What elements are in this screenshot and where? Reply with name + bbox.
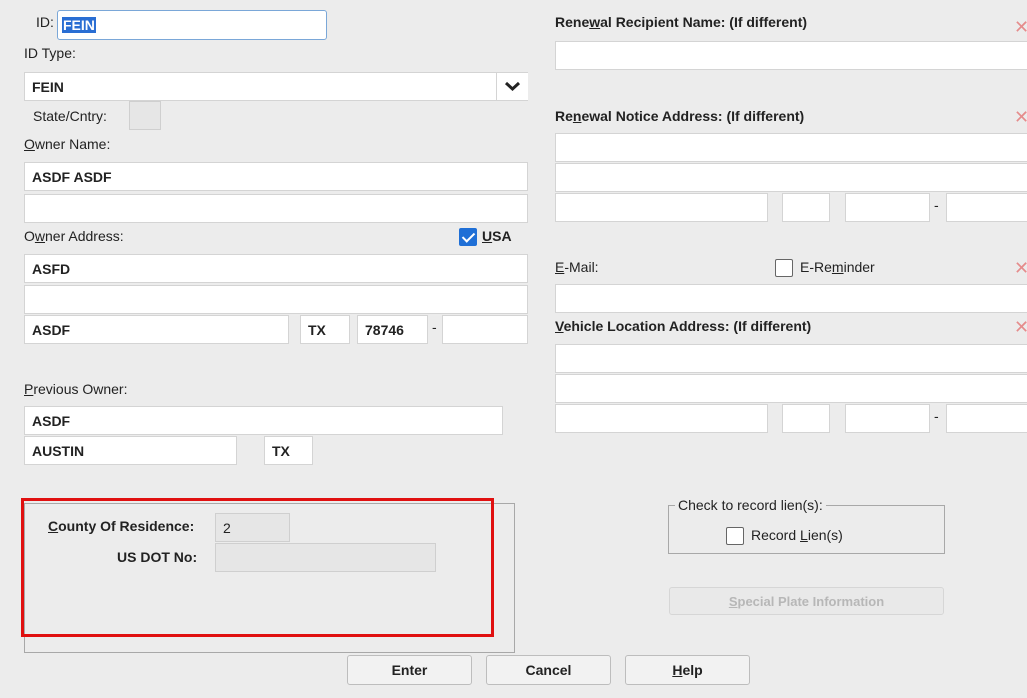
clear-renewal-recipient-icon[interactable]: ✕: [1014, 20, 1027, 34]
state-value: TX: [308, 322, 326, 338]
vehicle-city-input[interactable]: [555, 404, 768, 433]
state-cntry-label: State/Cntry:: [33, 108, 107, 124]
owner-address-label: Owner Address:: [24, 228, 124, 244]
us-dot-input[interactable]: [215, 543, 436, 572]
owner-zip-input[interactable]: 78746: [357, 315, 428, 344]
vehicle-state-input[interactable]: [782, 404, 830, 433]
renewal-zip-input[interactable]: [845, 193, 930, 222]
previous-owner-state-input[interactable]: TX: [264, 436, 313, 465]
renewal-address-label: Renewal Notice Address: (If different): [555, 108, 805, 124]
id-type-select[interactable]: FEIN: [24, 72, 528, 101]
county-label: County Of Residence:: [48, 518, 195, 534]
zip-value: 78746: [365, 322, 404, 338]
renewal-city-input[interactable]: [555, 193, 768, 222]
enter-button[interactable]: Enter: [347, 655, 472, 685]
record-lien-checkbox[interactable]: [726, 527, 744, 545]
renewal-recipient-label: Renewal Recipient Name: (If different): [555, 14, 808, 30]
owner-city-input[interactable]: ASDF: [24, 315, 289, 344]
id-type-label: ID Type:: [24, 45, 76, 61]
id-label: ID:: [36, 14, 54, 30]
e-reminder-checkbox[interactable]: [775, 259, 793, 277]
owner-zip-ext-input[interactable]: [442, 315, 528, 344]
record-lien-label: Record Lien(s): [751, 527, 843, 543]
id-input[interactable]: FEIN: [57, 10, 327, 40]
email-label: E-Mail:: [555, 259, 599, 275]
renewal-zip-dash: -: [934, 197, 939, 213]
vehicle-zip-dash: -: [934, 408, 939, 424]
vehicle-address-input-2[interactable]: [555, 374, 1027, 403]
previous-owner-state-value: TX: [272, 443, 290, 459]
previous-owner-label: Previous Owner:: [24, 381, 128, 397]
renewal-zip-ext-input[interactable]: [946, 193, 1027, 222]
clear-vehicle-location-icon[interactable]: ✕: [1014, 320, 1027, 334]
previous-owner-city-input[interactable]: AUSTIN: [24, 436, 237, 465]
previous-owner-name-value: ASDF: [32, 413, 71, 429]
special-plate-button[interactable]: Special Plate Information: [669, 587, 944, 615]
clear-email-icon[interactable]: ✕: [1014, 261, 1027, 275]
e-reminder-label: E-Reminder: [800, 259, 875, 275]
state-cntry-input[interactable]: [129, 101, 161, 130]
city-value: ASDF: [32, 322, 71, 338]
zip-dash: -: [432, 319, 437, 335]
owner-address-input-1[interactable]: ASFD: [24, 254, 528, 283]
renewal-address-input-1[interactable]: [555, 133, 1027, 162]
renewal-recipient-input[interactable]: [555, 41, 1027, 70]
usa-checkbox[interactable]: [459, 228, 477, 246]
county-value: 2: [223, 520, 231, 536]
cancel-button[interactable]: Cancel: [486, 655, 611, 685]
owner-name-input-2[interactable]: [24, 194, 528, 223]
help-button[interactable]: Help: [625, 655, 750, 685]
address-1-value: ASFD: [32, 261, 71, 277]
lien-group-label: Check to record lien(s):: [675, 497, 826, 513]
clear-renewal-address-icon[interactable]: ✕: [1014, 110, 1027, 124]
vehicle-location-label: Vehicle Location Address: (If different): [555, 318, 812, 334]
county-input[interactable]: 2: [215, 513, 290, 542]
owner-name-1-value: ASDF ASDF: [32, 169, 112, 185]
id-input-value: FEIN: [62, 17, 96, 33]
previous-owner-city-value: AUSTIN: [32, 443, 85, 459]
usa-label: USA: [482, 228, 512, 244]
owner-address-input-2[interactable]: [24, 285, 528, 314]
vehicle-zip-input[interactable]: [845, 404, 930, 433]
owner-name-label: Owner Name:: [24, 136, 111, 152]
vehicle-address-input-1[interactable]: [555, 344, 1027, 373]
owner-name-input-1[interactable]: ASDF ASDF: [24, 162, 528, 191]
renewal-address-input-2[interactable]: [555, 163, 1027, 192]
id-type-value: FEIN: [32, 79, 64, 95]
owner-state-input[interactable]: TX: [300, 315, 350, 344]
email-input[interactable]: [555, 284, 1027, 313]
previous-owner-name-input[interactable]: ASDF: [24, 406, 503, 435]
us-dot-label: US DOT No:: [117, 549, 198, 565]
renewal-state-input[interactable]: [782, 193, 830, 222]
chevron-down-icon[interactable]: [496, 73, 528, 100]
vehicle-zip-ext-input[interactable]: [946, 404, 1027, 433]
